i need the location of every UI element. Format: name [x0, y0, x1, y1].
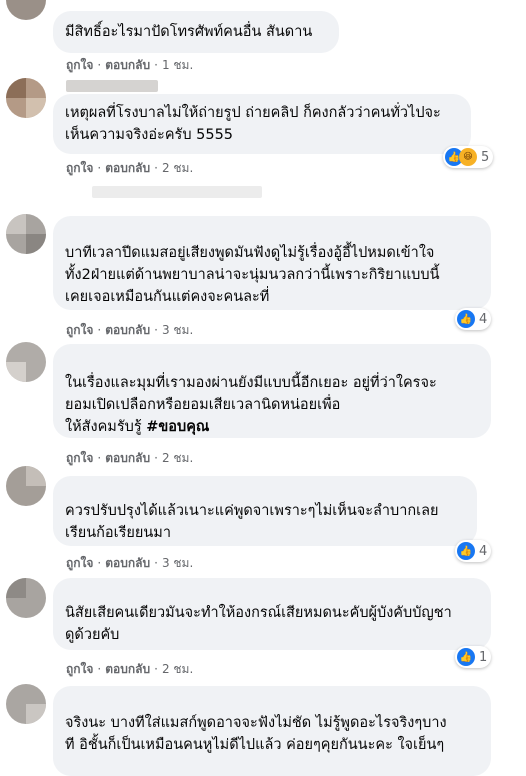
separator-dot: · — [97, 451, 102, 465]
comment-actions: ถูกใจ · ตอบกลับ · 3 ชม. — [66, 554, 193, 573]
avatar[interactable] — [6, 214, 46, 254]
avatar[interactable] — [6, 0, 46, 20]
reply-link[interactable]: ตอบกลับ — [105, 554, 150, 573]
reply-link[interactable]: ตอบกลับ — [105, 321, 150, 340]
like-link[interactable]: ถูกใจ — [66, 660, 93, 679]
comment-bubble: นิสัยเสียคนเดียวมันจะทำให้องกรณ์เสียหมดน… — [53, 578, 491, 650]
avatar[interactable] — [6, 578, 46, 618]
laughing-face-icon: 😆 — [459, 148, 477, 166]
comment-text: บาทีเวลาปีดแมสอยู่เสียงพูดมันฟังดูไม่รู้… — [65, 245, 440, 305]
separator-dot: · — [97, 323, 102, 337]
avatar[interactable] — [6, 684, 46, 724]
comment-bubble: เหตุผลที่โรงบาลไม่ให้ถ่ายรูป ถ่ายคลิป ก็… — [53, 94, 471, 154]
comment-bubble: มีสิทธิ์อะไรมาปัดโทรศัพท์คนอื่น สันดาน — [53, 11, 339, 53]
separator-dot: · — [97, 662, 102, 676]
blurred-author-name — [66, 80, 158, 92]
blurred-reply-placeholder — [92, 186, 262, 198]
thumbs-up-icon: 👍 — [457, 310, 475, 328]
separator-dot: · — [154, 451, 158, 465]
like-link[interactable]: ถูกใจ — [66, 554, 93, 573]
comment-text: จริงนะ บางทีใส่แมสก์พูดอาจจะฟังไม่ชัด ไม… — [65, 715, 447, 753]
separator-dot: · — [97, 161, 102, 175]
comment-bubble: บาทีเวลาปีดแมสอยู่เสียงพูดมันฟังดูไม่รู้… — [53, 216, 491, 310]
hashtag-link[interactable]: #ขอบคุณ — [146, 419, 209, 435]
like-link[interactable]: ถูกใจ — [66, 56, 93, 75]
comment-actions: ถูกใจ · ตอบกลับ · 3 ชม. — [66, 321, 193, 340]
separator-dot: · — [97, 58, 102, 72]
comment-text: นิสัยเสียคนเดียวมันจะทำให้องกรณ์เสียหมดน… — [65, 605, 452, 643]
separator-dot: · — [154, 58, 158, 72]
reaction-count: 4 — [479, 543, 488, 559]
separator-dot: · — [154, 323, 158, 337]
comment-actions: ถูกใจ · ตอบกลับ · 2 ชม. — [66, 449, 193, 468]
thumbs-up-icon: 👍 — [457, 648, 475, 666]
separator-dot: · — [97, 556, 102, 570]
comment-actions: ถูกใจ · ตอบกลับ · 2 ชม. — [66, 660, 193, 679]
reply-link[interactable]: ตอบกลับ — [105, 56, 150, 75]
comment-actions: ถูกใจ · ตอบกลับ · 2 ชม. — [66, 159, 193, 178]
comment-time[interactable]: 2 ชม. — [162, 660, 193, 679]
comment-text: เหตุผลที่โรงบาลไม่ให้ถ่ายรูป ถ่ายคลิป ก็… — [65, 105, 441, 143]
reply-link[interactable]: ตอบกลับ — [105, 159, 150, 178]
avatar[interactable] — [6, 466, 46, 506]
separator-dot: · — [154, 662, 158, 676]
separator-dot: · — [154, 161, 158, 175]
reaction-summary[interactable]: 👍 4 — [455, 540, 492, 562]
comment-actions: ถูกใจ · ตอบกลับ · 1 ชม. — [66, 56, 193, 75]
reaction-count: 4 — [479, 311, 488, 327]
like-link[interactable]: ถูกใจ — [66, 321, 93, 340]
comment-time[interactable]: 1 ชม. — [162, 56, 193, 75]
avatar[interactable] — [6, 342, 46, 382]
reply-link[interactable]: ตอบกลับ — [105, 660, 150, 679]
reaction-summary[interactable]: 👍 4 — [455, 308, 492, 330]
comment-time[interactable]: 2 ชม. — [162, 449, 193, 468]
like-link[interactable]: ถูกใจ — [66, 159, 93, 178]
comment-body: ในเรื่องและมุมที่เรามองผ่านยังมีแบบนี้อี… — [65, 375, 437, 435]
reply-link[interactable]: ตอบกลับ — [105, 449, 150, 468]
comment-bubble: จริงนะ บางทีใส่แมสก์พูดอาจจะฟังไม่ชัด ไม… — [53, 686, 491, 776]
comment-time[interactable]: 3 ชม. — [162, 554, 193, 573]
like-link[interactable]: ถูกใจ — [66, 449, 93, 468]
reaction-count: 5 — [481, 149, 490, 165]
avatar[interactable] — [6, 78, 46, 118]
reaction-summary[interactable]: 👍 1 — [455, 646, 492, 668]
separator-dot: · — [154, 556, 158, 570]
comment-text: มีสิทธิ์อะไรมาปัดโทรศัพท์คนอื่น สันดาน — [65, 24, 313, 40]
comment-bubble: ควรปรับปรุงได้แล้วเนาะแค่พูดจาเพราะๆไม่เ… — [53, 476, 477, 546]
comment-time[interactable]: 2 ชม. — [162, 159, 193, 178]
thumbs-up-icon: 👍 — [457, 542, 475, 560]
comment-bubble: ในเรื่องและมุมที่เรามองผ่านยังมีแบบนี้อี… — [53, 344, 491, 438]
comment-text: ควรปรับปรุงได้แล้วเนาะแค่พูดจาเพราะๆไม่เ… — [65, 503, 439, 541]
comment-text: ในเรื่องและมุมที่เรามองผ่านยังมีแบบนี้อี… — [65, 372, 479, 438]
reaction-count: 1 — [479, 649, 488, 665]
reaction-summary[interactable]: 👍 😆 5 — [443, 146, 494, 168]
comment-time[interactable]: 3 ชม. — [162, 321, 193, 340]
